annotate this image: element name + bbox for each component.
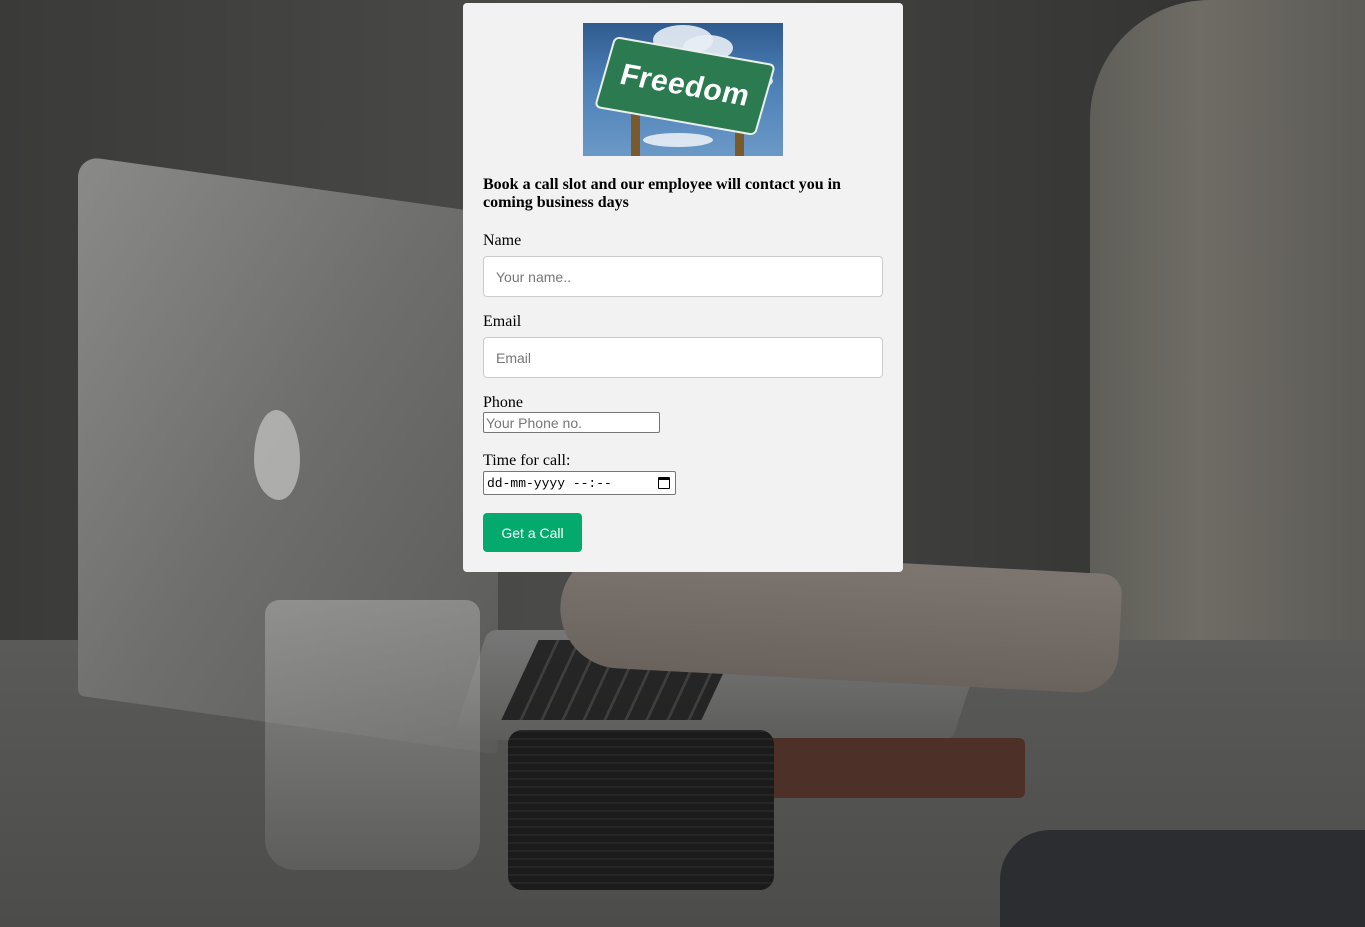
- phone-label: Phone: [483, 394, 523, 411]
- background-glass: [265, 600, 480, 870]
- background-jeans: [1000, 830, 1365, 927]
- freedom-sign-image: Freedom: [583, 23, 783, 156]
- name-label: Name: [483, 232, 522, 249]
- background-phone: [760, 738, 1025, 798]
- datetime-placeholder: dd-mm-yyyy --:--: [487, 475, 612, 491]
- form-intro-text: Book a call slot and our employee will c…: [483, 176, 841, 211]
- email-input[interactable]: [483, 337, 883, 378]
- phone-input[interactable]: [483, 412, 660, 433]
- booking-form-card: Freedom Book a call slot and our employe…: [463, 3, 903, 572]
- call-datetime-input[interactable]: dd-mm-yyyy --:--: [483, 471, 676, 495]
- get-a-call-button[interactable]: Get a Call: [483, 513, 582, 552]
- freedom-sign: Freedom: [593, 35, 777, 137]
- time-label: Time for call:: [483, 452, 571, 469]
- name-input[interactable]: [483, 256, 883, 297]
- sign-text: Freedom: [616, 58, 754, 113]
- background-speaker: [508, 730, 774, 890]
- email-label: Email: [483, 313, 522, 330]
- cloud-shape: [643, 133, 713, 147]
- calendar-icon[interactable]: [658, 477, 670, 489]
